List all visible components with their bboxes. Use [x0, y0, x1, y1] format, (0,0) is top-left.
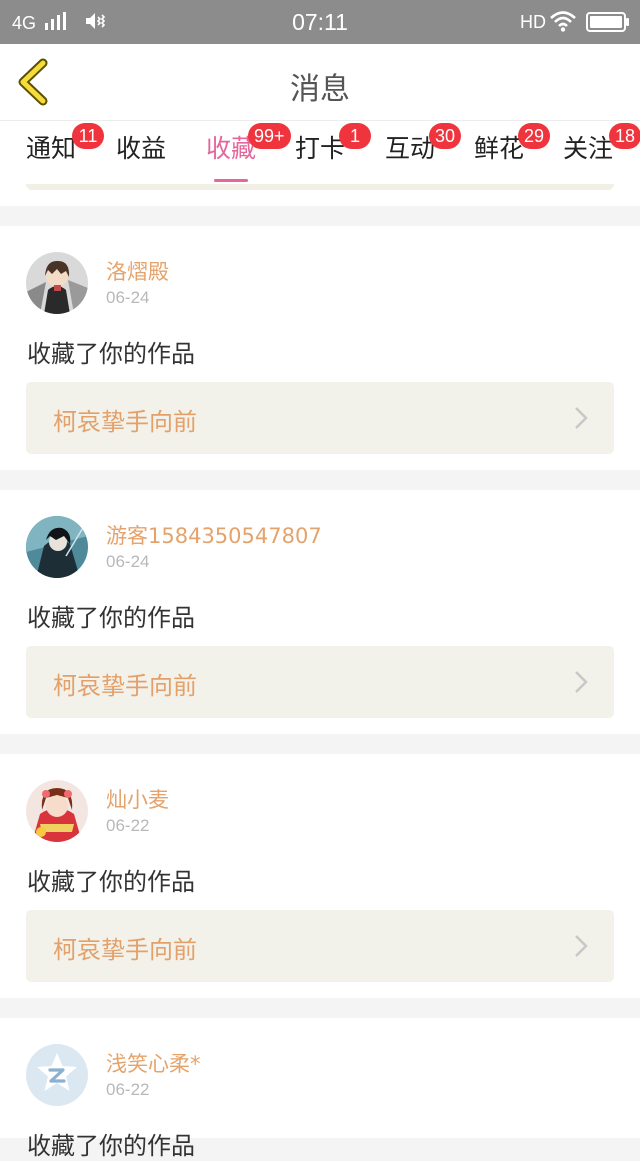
- message-text: 收藏了你的作品: [27, 868, 195, 896]
- wifi-icon: [550, 11, 576, 32]
- unread-badge: 18: [609, 123, 640, 149]
- message-text: 收藏了你的作品: [27, 340, 195, 368]
- tab-label: 互动: [385, 134, 436, 163]
- message-text: 收藏了你的作品: [27, 604, 195, 632]
- message-card: 浅笑心柔* 06-22 收藏了你的作品: [0, 1018, 640, 1160]
- message-date: 06-22: [106, 816, 150, 835]
- message-date: 06-24: [106, 288, 150, 307]
- tab-favorites[interactable]: 收藏 99+: [206, 123, 291, 182]
- work-title: 柯哀挚手向前: [53, 672, 197, 700]
- work-title: 柯哀挚手向前: [53, 936, 197, 964]
- tab-follows[interactable]: 关注 18: [563, 123, 640, 181]
- tab-interactions[interactable]: 互动 30: [385, 123, 462, 181]
- username[interactable]: 灿小麦: [106, 784, 169, 814]
- avatar[interactable]: [26, 252, 88, 314]
- tab-label: 打卡: [295, 134, 346, 163]
- tab-notifications[interactable]: 通知 11: [26, 123, 104, 181]
- work-link[interactable]: 柯哀挚手向前: [26, 646, 614, 718]
- message-card: 游客1584350547807 06-24 收藏了你的作品 柯哀挚手向前: [0, 490, 640, 734]
- work-title: 柯哀挚手向前: [53, 408, 197, 436]
- message-date: 06-22: [106, 1080, 150, 1099]
- work-link-remnant: [26, 184, 614, 190]
- tab-label: 通知: [26, 134, 77, 163]
- unread-badge: 29: [518, 123, 551, 149]
- hd-indicator: HD: [520, 12, 546, 32]
- tab-label: 鲜花: [474, 134, 525, 163]
- tab-label: 收益: [116, 134, 167, 163]
- chevron-right-icon: [575, 407, 588, 429]
- unread-badge: 99+: [248, 123, 291, 149]
- username[interactable]: 洛熠殿: [106, 256, 169, 286]
- message-card: 灿小麦 06-22 收藏了你的作品 柯哀挚手向前: [0, 754, 640, 998]
- unread-badge: 1: [339, 123, 371, 149]
- page-title: 消息: [290, 72, 350, 107]
- username[interactable]: 游客1584350547807: [106, 520, 322, 550]
- message-text: 收藏了你的作品: [27, 1132, 195, 1160]
- tab-label: 关注: [563, 134, 614, 163]
- work-link[interactable]: 柯哀挚手向前: [26, 910, 614, 982]
- avatar[interactable]: [26, 780, 88, 842]
- battery-icon: [586, 12, 629, 32]
- avatar[interactable]: [26, 1044, 88, 1106]
- unread-badge: 11: [72, 123, 104, 149]
- tab-bar: 通知 11 收益 收藏 99+ 打卡 1 互动 30 鲜花 29 关注 18: [0, 120, 640, 184]
- status-bar: 4G 07:11 HD: [0, 0, 640, 44]
- chevron-right-icon: [575, 935, 588, 957]
- nav-bar: 消息: [0, 44, 640, 120]
- username[interactable]: 浅笑心柔*: [106, 1048, 201, 1078]
- tab-checkin[interactable]: 打卡 1: [295, 123, 371, 181]
- previous-card-remnant: [0, 184, 640, 206]
- avatar[interactable]: [26, 516, 88, 578]
- work-link[interactable]: 柯哀挚手向前: [26, 382, 614, 454]
- tab-flowers[interactable]: 鲜花 29: [474, 123, 551, 181]
- active-tab-indicator: [214, 179, 248, 182]
- message-date: 06-24: [106, 552, 150, 571]
- chevron-right-icon: [575, 671, 588, 693]
- message-card: 洛熠殿 06-24 收藏了你的作品 柯哀挚手向前: [0, 226, 640, 470]
- unread-badge: 30: [429, 123, 462, 149]
- tab-earnings[interactable]: 收益: [116, 131, 166, 181]
